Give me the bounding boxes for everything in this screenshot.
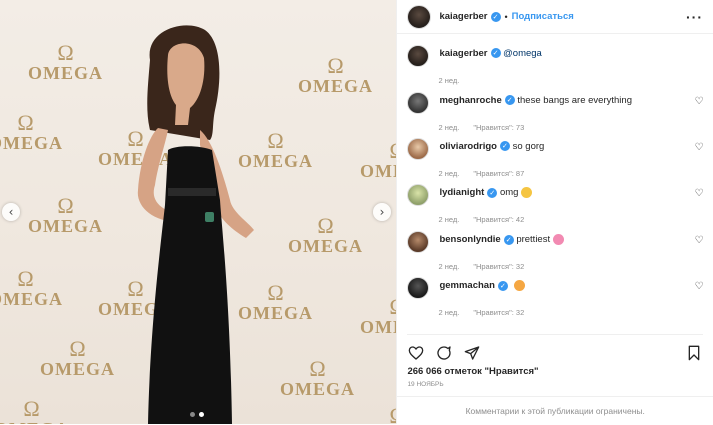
avatar[interactable] [407,231,430,253]
like-comment-heart-icon[interactable]: ♡ [694,281,703,292]
carousel-dot-active[interactable] [199,412,204,417]
comment-text: omg [499,187,519,199]
avatar[interactable] [407,4,432,29]
comment-likes[interactable]: "Нравится": 32 [473,262,524,271]
post-header: kaiagerber ✓ • Подписаться ··· [397,0,713,34]
comment-button[interactable] [435,344,453,362]
share-button[interactable] [463,344,481,362]
prev-photo-button[interactable]: ‹ [2,203,20,221]
comments-limited-notice: Комментарии к этой публикации ограничены… [397,396,713,425]
chevron-right-icon: › [379,205,385,219]
comment-likes[interactable]: "Нравится": 73 [473,123,524,132]
post-side-panel: kaiagerber ✓ • Подписаться ··· kaiagerbe… [396,0,713,424]
comment-text: so gorg [512,141,545,152]
comment-username[interactable]: oliviarodrigo [439,141,497,152]
verified-badge-icon: ✓ [503,234,514,245]
like-comment-heart-icon[interactable]: ♡ [694,142,703,153]
verified-badge-icon: ✓ [487,187,498,198]
verified-badge-icon: ✓ [490,48,501,59]
comment-text: these bangs are everything [517,95,632,106]
comments-list: kaiagerber ✓ @omega 2 нед. meghanroche ✓ t… [397,34,713,330]
heart-eyes-emoji-icon [513,280,525,291]
comment-username[interactable]: gemmachan [439,280,494,291]
comment-text: prettiest [516,234,551,246]
bookmark-icon [688,345,700,361]
verified-badge-icon: ✓ [497,280,508,291]
post-author-username[interactable]: kaiagerber [439,11,487,22]
comment-username[interactable]: meghanroche [439,95,501,106]
like-comment-heart-icon[interactable]: ♡ [694,235,703,246]
follow-button[interactable]: Подписаться [512,11,574,22]
list-item: gemmachan ✓ 2 нед. "Нравится": 32 ♡ [407,277,703,317]
like-button[interactable] [407,344,425,362]
avatar[interactable] [407,138,430,160]
comment-time[interactable]: 2 нед. [438,308,459,317]
caption-mention[interactable]: @omega [503,48,542,59]
save-button[interactable] [685,344,703,362]
more-options-icon[interactable]: ··· [686,9,703,25]
caption: kaiagerber ✓ @omega 2 нед. [407,45,703,85]
chevron-left-icon: ‹ [8,205,14,219]
post-photo[interactable]: ΩOMEGA ΩOMEGA ΩOMEGA ΩOMEGA ΩOMEGA ΩOMEG… [0,0,397,424]
likes-count[interactable]: 266 066 отметок "Нравится" [407,366,538,377]
comment-likes[interactable]: "Нравится": 32 [473,308,524,317]
like-comment-heart-icon[interactable]: ♡ [694,96,703,107]
list-item: bensonlyndie ✓ prettiest 2 нед. "Нравится"… [407,231,703,271]
comment-time[interactable]: 2 нед. [438,262,459,271]
caption-time[interactable]: 2 нед. [438,76,459,85]
instagram-post: ΩOMEGA ΩOMEGA ΩOMEGA ΩOMEGA ΩOMEGA ΩOMEG… [0,0,713,424]
comment-icon [437,346,452,360]
carousel-dots [190,412,204,417]
avatar[interactable] [407,277,430,299]
avatar[interactable] [407,184,430,206]
model-silhouette [137,25,254,424]
pink-flower-emoji-icon [553,234,565,245]
comment-username[interactable]: lydianight [439,187,484,198]
carousel-dot[interactable] [190,412,195,417]
comment-username[interactable]: bensonlyndie [439,234,500,245]
share-icon [465,346,480,360]
comment-likes[interactable]: "Нравится": 87 [473,169,524,178]
next-photo-button[interactable]: › [373,203,391,221]
verified-badge-icon: ✓ [504,95,515,106]
verified-badge-icon: ✓ [490,11,501,22]
list-item: oliviarodrigo ✓ so gorg 2 нед. "Нравится":… [407,138,703,178]
crying-face-emoji-icon [521,187,533,198]
post-actions [407,334,703,367]
comment-time[interactable]: 2 нед. [438,215,459,224]
list-item: lydianight ✓ omg 2 нед. "Нравится": 42 ♡ [407,184,703,224]
caption-username[interactable]: kaiagerber [439,48,487,59]
comment-time[interactable]: 2 нед. [438,123,459,132]
heart-icon [409,346,424,360]
avatar[interactable] [407,45,430,67]
separator-dot: • [504,11,508,22]
comment-time[interactable]: 2 нед. [438,169,459,178]
post-date[interactable]: 19 ноябрь [407,381,443,388]
like-comment-heart-icon[interactable]: ♡ [694,188,703,199]
comment-likes[interactable]: "Нравится": 42 [473,215,524,224]
avatar[interactable] [407,92,430,114]
list-item: meghanroche ✓ these bangs are everything … [407,92,703,132]
verified-badge-icon: ✓ [499,141,510,152]
